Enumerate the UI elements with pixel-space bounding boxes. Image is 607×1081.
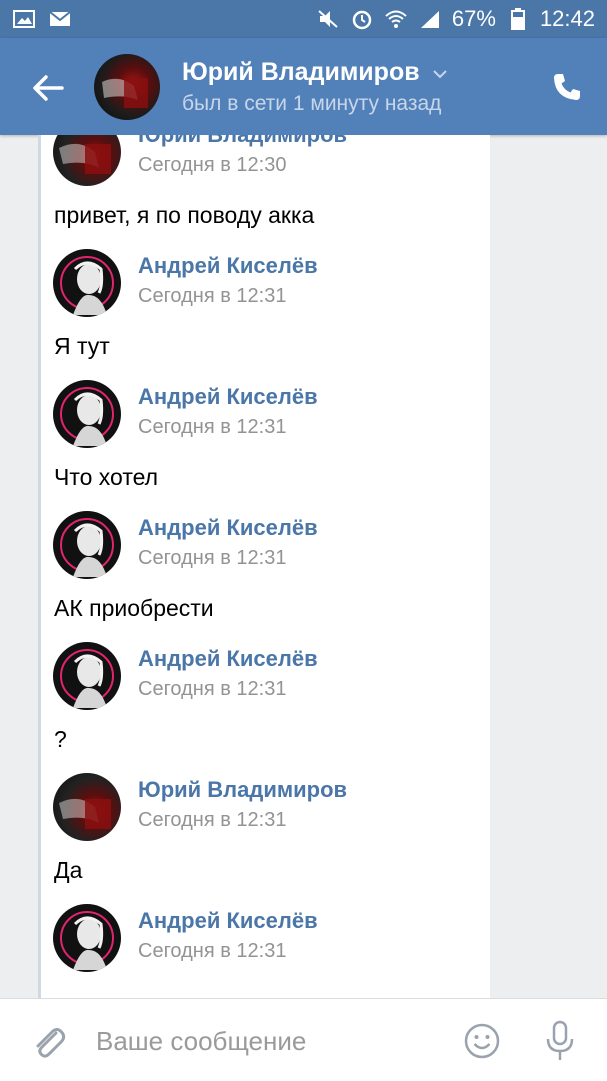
sender-avatar[interactable] — [53, 904, 121, 972]
sender-avatar[interactable] — [53, 773, 121, 841]
sender-avatar[interactable] — [53, 135, 121, 186]
chevron-down-icon[interactable] — [432, 67, 448, 79]
message-text: привет, я по поводу акка — [54, 202, 315, 228]
alarm-icon — [350, 9, 374, 30]
contact-status: был в сети 1 минуту назад — [182, 92, 442, 115]
battery-icon — [506, 8, 530, 30]
clock: 12:42 — [539, 6, 595, 31]
sender-avatar[interactable] — [53, 249, 121, 317]
paperclip-icon[interactable] — [28, 1021, 68, 1061]
sender-avatar[interactable] — [53, 642, 121, 710]
sender-name[interactable]: Андрей Киселёв — [138, 384, 318, 410]
message-text: Да — [54, 857, 83, 883]
back-arrow-icon[interactable] — [28, 68, 68, 108]
message-item: Юрий Владимиров Сегодня в 12:31 Да — [41, 773, 490, 904]
sender-avatar[interactable] — [53, 511, 121, 579]
message-timestamp: Сегодня в 12:31 — [138, 547, 287, 569]
message-text: Я тут — [54, 333, 110, 359]
battery-percent: 67% — [451, 6, 496, 31]
sender-name[interactable]: Юрий Владимиров — [138, 777, 347, 803]
wifi-icon — [384, 9, 408, 29]
message-composer — [0, 998, 607, 1081]
phone-icon[interactable] — [552, 72, 582, 102]
emoji-icon[interactable] — [462, 1021, 502, 1061]
message-text: Что хотел — [54, 464, 159, 490]
sender-name[interactable]: Андрей Киселёв — [138, 253, 318, 279]
sender-name[interactable]: Андрей Киселёв — [138, 908, 318, 934]
sender-name[interactable]: Юрий Владимиров — [138, 135, 347, 148]
message-item: Андрей Киселёв Сегодня в 12:31 — [41, 904, 490, 998]
message-timestamp: Сегодня в 12:30 — [138, 154, 287, 176]
message-timestamp: Сегодня в 12:31 — [138, 678, 287, 700]
message-list[interactable]: Юрий Владимиров Сегодня в 12:30 привет, я … — [38, 135, 490, 998]
mute-icon — [316, 9, 340, 29]
contact-name[interactable]: Юрий Владимиров — [182, 58, 420, 87]
message-text: АК приобрести — [54, 595, 214, 621]
signal-icon — [418, 9, 442, 29]
message-timestamp: Сегодня в 12:31 — [138, 940, 287, 962]
mail-icon — [48, 9, 72, 29]
sender-name[interactable]: Андрей Киселёв — [138, 515, 318, 541]
message-item: Андрей Киселёв Сегодня в 12:31 АК приобрес… — [41, 511, 490, 642]
message-item: Юрий Владимиров Сегодня в 12:30 привет, я … — [41, 135, 490, 249]
microphone-icon[interactable] — [540, 1019, 580, 1063]
message-text: ? — [54, 726, 67, 752]
chat-header: Юрий Владимиров был в сети 1 минуту наза… — [0, 38, 607, 135]
message-timestamp: Сегодня в 12:31 — [138, 809, 287, 831]
sender-avatar[interactable] — [53, 380, 121, 448]
message-item: Андрей Киселёв Сегодня в 12:31? — [41, 642, 490, 773]
contact-avatar[interactable] — [94, 54, 160, 120]
image-icon — [12, 9, 36, 29]
sender-name[interactable]: Андрей Киселёв — [138, 646, 318, 672]
status-bar: 67% 12:42 — [0, 0, 607, 38]
message-item: Андрей Киселёв Сегодня в 12:31 Я тут — [41, 249, 490, 380]
message-item: Андрей Киселёв Сегодня в 12:31 Что хотел — [41, 380, 490, 511]
message-timestamp: Сегодня в 12:31 — [138, 416, 287, 438]
message-input[interactable] — [96, 1021, 436, 1061]
message-timestamp: Сегодня в 12:31 — [138, 285, 287, 307]
